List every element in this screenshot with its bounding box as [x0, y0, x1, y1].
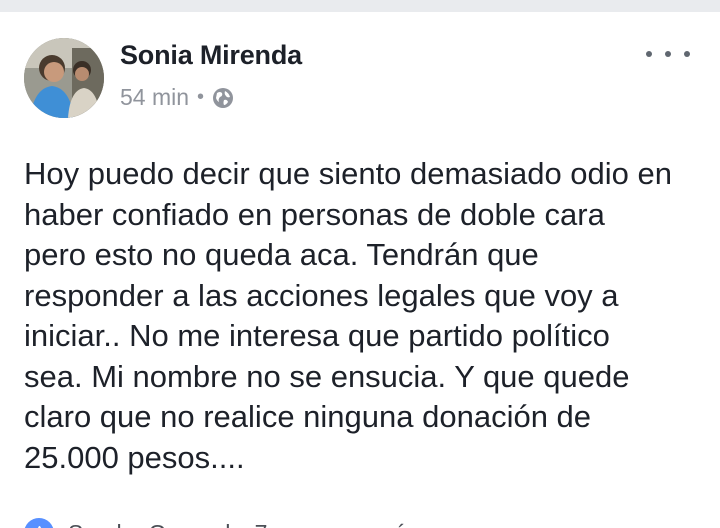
reactions-summary[interactable]: Sandra Genoud y 7 personas más — [24, 518, 418, 528]
reactions-text[interactable]: Sandra Genoud y 7 personas más — [68, 520, 418, 528]
more-dots-icon — [646, 51, 652, 57]
avatar[interactable] — [24, 38, 104, 118]
post-text-line: 25.000 pesos.... — [24, 439, 245, 475]
avatar-photo — [24, 38, 104, 118]
post-text-line: Hoy puedo decir que siento demasiado odi… — [24, 156, 673, 191]
author-name[interactable]: Sonia Mirenda — [120, 40, 302, 71]
globe-icon[interactable] — [212, 87, 234, 109]
meta-separator: • — [197, 86, 205, 108]
post-text-line: haber confiado en personas de doble cara — [24, 196, 605, 232]
like-icon — [24, 518, 54, 528]
post-time[interactable]: 54 min — [120, 84, 189, 111]
more-options-button[interactable] — [646, 42, 690, 66]
post-text-line: iniciar.. No me interesa que partido pol… — [24, 318, 610, 353]
post-text-line: responder a las acciones legales que voy… — [24, 277, 619, 313]
post-text-line: claro que no realice ninguna donación de — [24, 399, 592, 434]
post-text-line: pero esto no queda aca. Tendrán que — [24, 237, 539, 272]
post-text-line: sea. Mi nombre no se ensucia. Y que qued… — [24, 358, 630, 394]
post-card: Sonia Mirenda 54 min • Hoy puedo decir q… — [0, 12, 720, 528]
post-meta: 54 min • — [120, 84, 234, 111]
post-text: Hoy puedo decir que siento demasiado odi… — [24, 154, 704, 478]
